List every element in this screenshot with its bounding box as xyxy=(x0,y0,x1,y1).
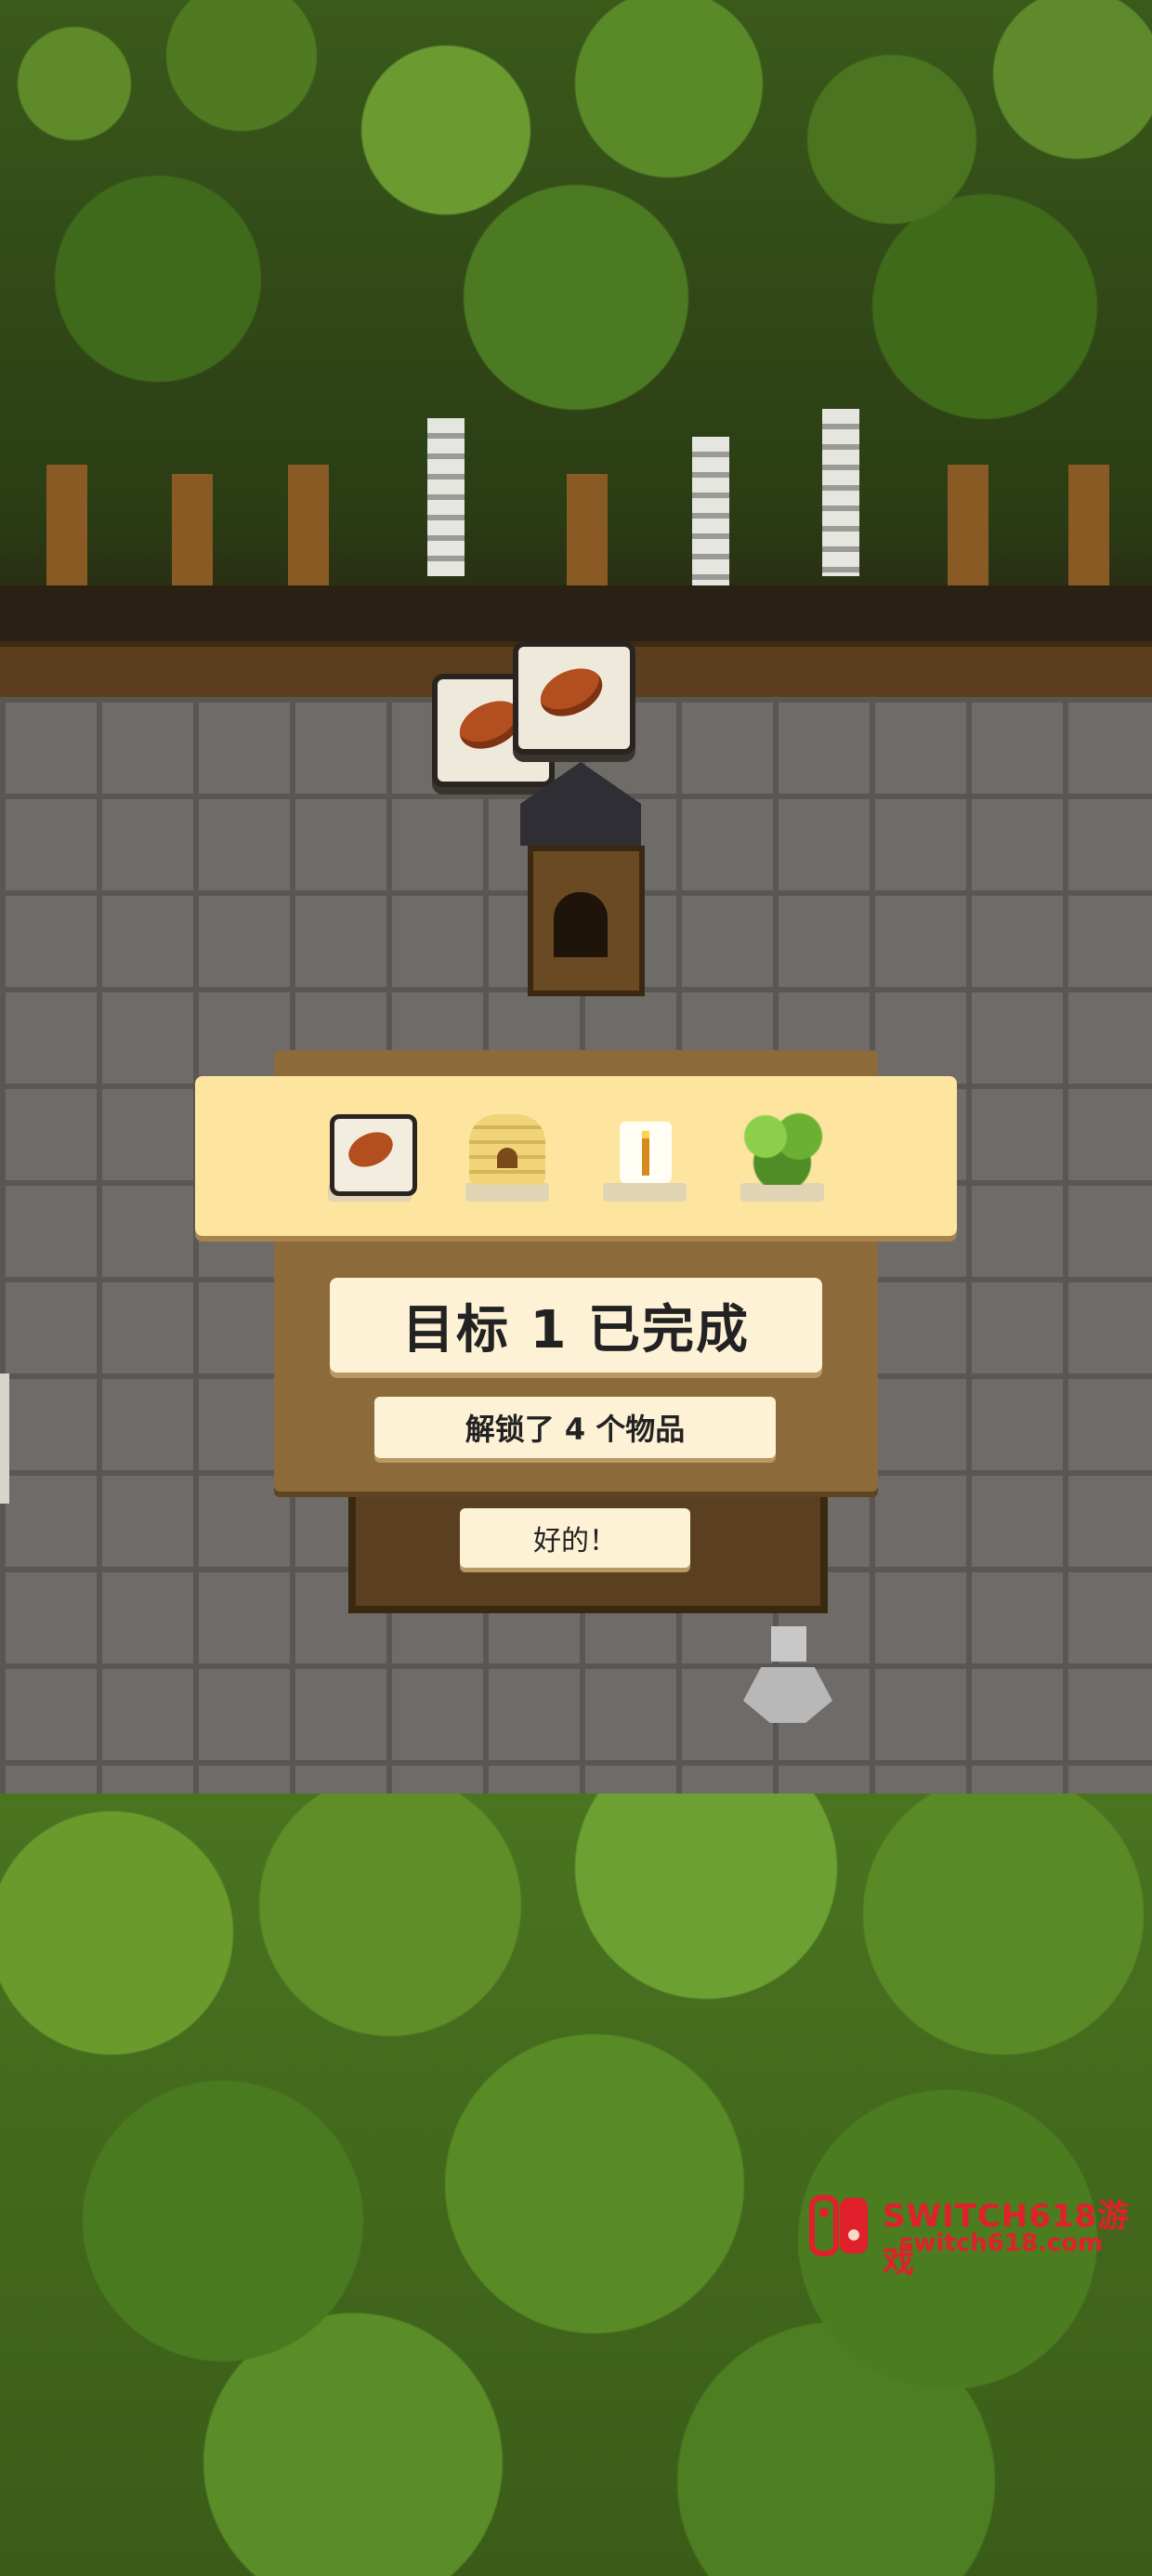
customer-head xyxy=(771,1626,806,1662)
watermark: SWITCH618游戏 switch618.com xyxy=(806,2188,1141,2280)
tree-trunk xyxy=(1068,465,1109,585)
hut-roof xyxy=(520,762,641,846)
birch-trunk xyxy=(822,409,859,576)
birch-trunk xyxy=(692,437,729,585)
candle-art xyxy=(620,1122,672,1183)
tree-trunk xyxy=(948,465,988,585)
forest-bottom xyxy=(0,1794,1152,2576)
beehive-art xyxy=(469,1114,545,1185)
hut-door xyxy=(554,892,608,957)
bread-sack-object[interactable] xyxy=(513,641,635,755)
tree-trunk xyxy=(172,474,213,595)
bread-sack-art xyxy=(330,1114,417,1196)
switch-console-icon xyxy=(809,2195,868,2256)
birch-trunk xyxy=(427,418,465,576)
tree-trunk xyxy=(567,474,608,595)
ok-button[interactable]: 好的！ xyxy=(460,1508,690,1568)
beehive-icon xyxy=(462,1111,553,1202)
hut-building[interactable] xyxy=(520,762,645,996)
customer-silhouette[interactable] xyxy=(725,1626,836,1756)
unlocked-items-card xyxy=(195,1076,957,1236)
goal-title: 目标 1 已完成 xyxy=(330,1278,822,1373)
customer-body xyxy=(743,1667,832,1723)
item-plate xyxy=(740,1183,824,1202)
edge-tab[interactable] xyxy=(0,1373,9,1504)
bread-sack-icon xyxy=(324,1111,417,1202)
forest-top xyxy=(0,0,1152,651)
candle-icon xyxy=(599,1111,690,1202)
tree-trunk xyxy=(288,465,329,585)
item-plate xyxy=(603,1183,687,1202)
item-plate xyxy=(465,1183,549,1202)
watermark-url: switch618.com xyxy=(899,2229,1104,2257)
unlock-count-label: 解锁了 4 个物品 xyxy=(374,1397,776,1458)
tree-trunk xyxy=(46,465,87,585)
bush-art xyxy=(740,1111,824,1185)
bush-icon xyxy=(737,1111,828,1202)
